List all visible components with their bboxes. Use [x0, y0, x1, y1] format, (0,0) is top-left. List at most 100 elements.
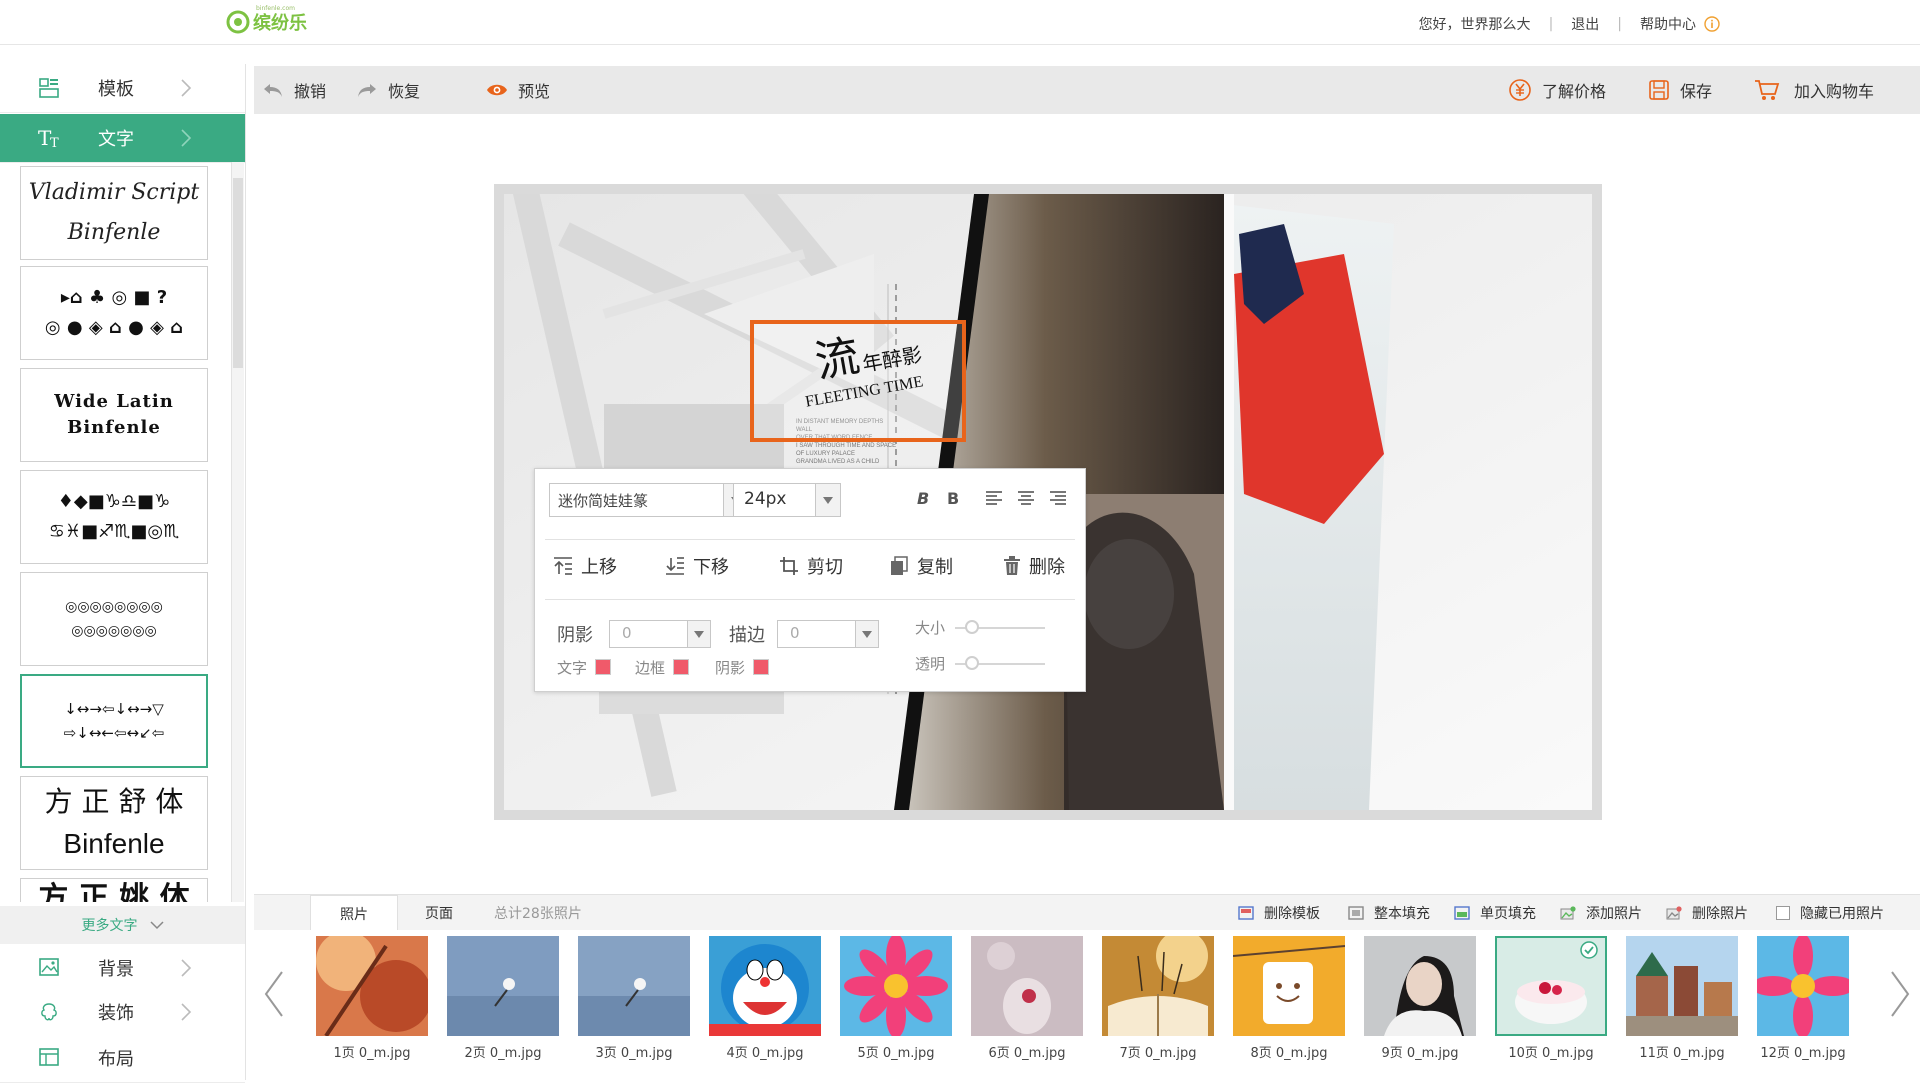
font-sample-line: ♋♓■♐♏■◎♏	[48, 521, 180, 542]
sidebar-item-background[interactable]: 背景	[0, 944, 245, 993]
size-slider-knob[interactable]	[965, 620, 979, 634]
preview-button[interactable]: 预览	[486, 66, 550, 114]
hide-used-label: 隐藏已用照片	[1800, 906, 1884, 922]
font-family-select[interactable]: 迷你简娃娃篆	[549, 483, 749, 517]
photo-thumbnail-selected[interactable]	[1495, 936, 1607, 1036]
selected-text-box[interactable]: 流 年醉影 FLEETING TIME	[750, 320, 966, 442]
photo-thumbnail[interactable]	[840, 936, 952, 1036]
chevron-down-icon	[687, 621, 710, 647]
bold-button[interactable]: B	[947, 489, 959, 508]
photo-thumbnail[interactable]	[709, 936, 821, 1036]
font-card-selected[interactable]: ↓↔→⇦↓↔→▽ ⇨↓↔←⇦↔↙⇦	[20, 674, 208, 768]
yen-icon	[1508, 78, 1532, 102]
font-sample-line: ◎ ● ◈ ⌂ ● ◈ ⌂	[44, 317, 184, 338]
photo-thumbnail[interactable]	[1757, 936, 1849, 1036]
redo-button[interactable]: 恢复	[356, 66, 420, 114]
undo-button[interactable]: 撤销	[262, 66, 326, 114]
stroke-select[interactable]: 0	[777, 620, 879, 648]
align-right-icon[interactable]	[1049, 489, 1067, 507]
price-button[interactable]: 了解价格	[1508, 66, 1606, 114]
photo-thumbnail[interactable]	[447, 936, 559, 1036]
font-sample-line: ◎◎◎◎◎◎◎	[71, 623, 157, 639]
editor-toolbar: 撤销 恢复 预览 了解价格 保存 加入购物车	[254, 66, 1920, 114]
scrollbar-thumb[interactable]	[233, 178, 243, 368]
delete-template-button[interactable]: 删除模板	[1238, 895, 1320, 931]
font-size-value: 24px	[744, 489, 787, 509]
copy-button[interactable]: 复制	[889, 551, 953, 581]
sidebar-item-template[interactable]: 模板	[0, 64, 245, 113]
canvas-text-line: OF LUXURY PALACE	[796, 451, 856, 457]
template-icon	[38, 77, 60, 99]
photo-caption: 12页 0_m.jpg	[1760, 1046, 1846, 1061]
header-divider: |	[1617, 16, 1622, 32]
border-color-swatch[interactable]	[673, 659, 689, 675]
logo-text: 缤纷乐	[253, 13, 307, 34]
font-list-scrollbar[interactable]	[231, 162, 244, 902]
help-link[interactable]: 帮助中心	[1640, 14, 1696, 34]
tab-pages[interactable]: 页面	[396, 895, 482, 931]
photo-thumbnail[interactable]	[971, 936, 1083, 1036]
text-color-swatch[interactable]	[595, 659, 611, 675]
opacity-slider-knob[interactable]	[965, 656, 979, 670]
font-card[interactable]: ▸⌂ ♣ ◎ ■ ? ◎ ● ◈ ⌂ ● ◈ ⌂	[20, 266, 208, 360]
sidebar-item-text[interactable]: TT 文字	[0, 114, 245, 163]
cart-label: 加入购物车	[1794, 82, 1875, 101]
tab-label: 页面	[425, 906, 453, 922]
photo-thumbnail[interactable]	[1233, 936, 1345, 1036]
text-edit-popup: 迷你简娃娃篆 24px B B 上移 下移 剪切 复制 删除 阴影 0 描边 0…	[534, 468, 1086, 692]
hide-used-toggle[interactable]: 隐藏已用照片	[1776, 895, 1884, 931]
font-card[interactable]: 方 正 舒 体 Binfenle	[20, 776, 208, 870]
logout-link[interactable]: 退出	[1571, 14, 1599, 34]
more-text-button[interactable]: 更多文字	[0, 906, 245, 944]
add-photo-button[interactable]: 添加照片	[1560, 895, 1642, 931]
sidebar-item-layout[interactable]: 布局	[0, 1034, 245, 1083]
add-to-cart-button[interactable]: 加入购物车	[1754, 66, 1874, 114]
align-left-icon[interactable]	[985, 489, 1003, 507]
canvas-text-line: I SAW THROUGH TIME AND SPACE	[796, 443, 897, 449]
photo-thumbnail[interactable]	[1102, 936, 1214, 1036]
shadow-color-swatch[interactable]	[753, 659, 769, 675]
shadow-color-label: 阴影	[715, 659, 746, 677]
font-card[interactable]: ♦◆■♑♎■♑ ♋♓■♐♏■◎♏	[20, 470, 208, 564]
font-card[interactable]: Wide Latin Binfenle	[20, 368, 208, 462]
popup-divider	[545, 539, 1075, 540]
shadow-select[interactable]: 0	[609, 620, 711, 648]
photo-thumbnail[interactable]	[1626, 936, 1738, 1036]
checkbox-icon[interactable]	[1776, 906, 1790, 920]
photo-thumbnail[interactable]	[1364, 936, 1476, 1036]
delete-button[interactable]: 删除	[1003, 551, 1065, 581]
font-size-select[interactable]: 24px	[733, 483, 841, 517]
crop-label: 剪切	[807, 557, 843, 578]
fill-page-button[interactable]: 单页填充	[1454, 895, 1536, 931]
move-up-button[interactable]: 上移	[553, 551, 617, 581]
site-logo[interactable]: 缤纷乐 binfenle.com	[226, 5, 307, 36]
shadow-label: 阴影	[557, 625, 593, 646]
tab-photos[interactable]: 照片	[310, 895, 398, 932]
logo-icon	[226, 10, 250, 34]
photo-panel-header: 照片 页面 总计28张照片 删除模板 整本填充 单页填充 添加照片 删除照片 隐…	[254, 894, 1920, 932]
move-down-button[interactable]: 下移	[665, 551, 729, 581]
chevron-down-icon	[855, 621, 878, 647]
redo-label: 恢复	[388, 82, 421, 101]
crop-button[interactable]: 剪切	[779, 551, 843, 581]
photo-thumbnail[interactable]	[578, 936, 690, 1036]
italic-bold-button[interactable]: B	[917, 489, 929, 508]
delete-photo-button[interactable]: 删除照片	[1666, 895, 1748, 931]
info-icon[interactable]	[1704, 16, 1720, 32]
sidebar-item-decoration[interactable]: 装饰	[0, 988, 245, 1037]
photo-thumbnail[interactable]	[316, 936, 428, 1036]
header-divider: |	[1548, 16, 1554, 32]
chevron-left-icon[interactable]	[262, 970, 286, 1018]
chevron-right-icon	[180, 128, 192, 148]
chevron-right-icon[interactable]	[1888, 970, 1912, 1018]
align-center-icon[interactable]	[1017, 489, 1035, 507]
font-card[interactable]: Vladimir Script Binfenle	[20, 166, 208, 260]
delete-template-label: 删除模板	[1264, 906, 1320, 922]
font-card[interactable]: 方 正 姚 体	[20, 878, 208, 902]
border-color-label: 边框	[635, 659, 666, 677]
fill-all-button[interactable]: 整本填充	[1348, 895, 1430, 931]
font-card[interactable]: ◎◎◎◎◎◎◎◎ ◎◎◎◎◎◎◎	[20, 572, 208, 666]
save-button[interactable]: 保存	[1648, 66, 1712, 114]
price-label: 了解价格	[1542, 82, 1607, 101]
redo-icon	[356, 81, 378, 99]
